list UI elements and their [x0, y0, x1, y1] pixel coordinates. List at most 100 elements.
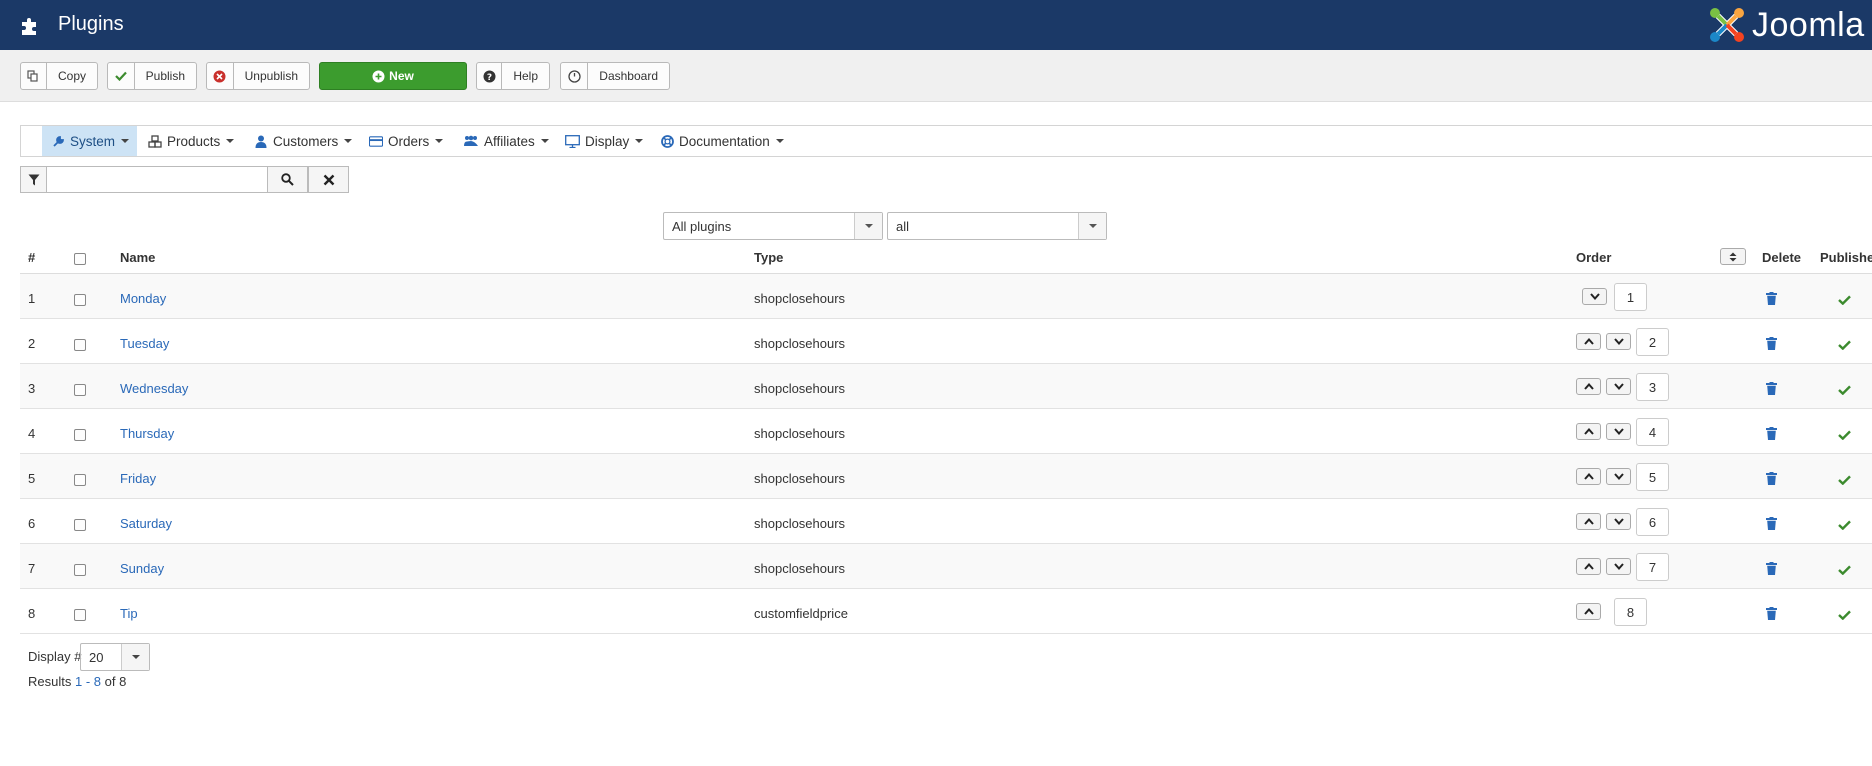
menu-orders[interactable]: Orders: [360, 126, 451, 156]
delete-button[interactable]: [1766, 337, 1777, 353]
unpublish-button[interactable]: Unpublish: [206, 62, 310, 90]
plugin-name-link[interactable]: Wednesday: [120, 381, 188, 396]
published-toggle[interactable]: [1838, 518, 1851, 533]
move-up-button[interactable]: [1576, 513, 1601, 530]
published-toggle[interactable]: [1838, 293, 1851, 308]
order-value[interactable]: 7: [1636, 553, 1669, 581]
delete-button[interactable]: [1766, 472, 1777, 488]
menu-customers-label: Customers: [273, 133, 339, 149]
move-up-button[interactable]: [1576, 558, 1601, 575]
row-checkbox[interactable]: [74, 564, 86, 576]
menu-affiliates[interactable]: Affiliates: [454, 126, 557, 156]
move-down-button[interactable]: [1606, 513, 1631, 530]
dashboard-button[interactable]: Dashboard: [560, 62, 670, 90]
move-up-button[interactable]: [1576, 603, 1601, 620]
order-value[interactable]: 8: [1614, 598, 1647, 626]
published-toggle[interactable]: [1838, 383, 1851, 398]
save-order-button[interactable]: [1720, 248, 1746, 265]
move-down-button[interactable]: [1606, 378, 1631, 395]
order-value[interactable]: 5: [1636, 463, 1669, 491]
plugin-name-link[interactable]: Tuesday: [120, 336, 169, 351]
delete-button[interactable]: [1766, 382, 1777, 398]
help-button[interactable]: ? Help: [476, 62, 550, 90]
results-summary: Results 1 - 8 of 8: [28, 674, 126, 689]
plugin-name-link[interactable]: Friday: [120, 471, 156, 486]
move-up-button[interactable]: [1576, 423, 1601, 440]
row-checkbox[interactable]: [74, 339, 86, 351]
menu-customers[interactable]: Customers: [245, 126, 360, 156]
move-down-button[interactable]: [1606, 468, 1631, 485]
row-checkbox[interactable]: [74, 609, 86, 621]
published-toggle[interactable]: [1838, 608, 1851, 623]
col-order[interactable]: Order: [1576, 250, 1611, 265]
published-toggle[interactable]: [1838, 338, 1851, 353]
chevron-down-icon: [344, 139, 353, 143]
delete-button[interactable]: [1766, 427, 1777, 443]
menu-documentation[interactable]: Documentation: [651, 126, 792, 156]
plugin-name-link[interactable]: Saturday: [120, 516, 172, 531]
users-icon: [463, 134, 479, 148]
trash-icon: [1766, 472, 1777, 485]
plugin-name-link[interactable]: Monday: [120, 291, 166, 306]
new-button[interactable]: New: [319, 62, 467, 90]
joomla-logo[interactable]: Joomla: [1708, 5, 1865, 45]
order-value[interactable]: 2: [1636, 328, 1669, 356]
filter-toggle-button[interactable]: [20, 166, 47, 193]
order-value[interactable]: 1: [1614, 283, 1647, 311]
check-icon: [1838, 475, 1851, 486]
delete-button[interactable]: [1766, 517, 1777, 533]
order-value[interactable]: 6: [1636, 508, 1669, 536]
display-limit-value: 20: [89, 649, 104, 665]
chevron-down-icon: [635, 139, 644, 143]
row-number: 8: [28, 606, 36, 621]
menu-display[interactable]: Display: [555, 126, 651, 156]
delete-button[interactable]: [1766, 292, 1777, 308]
display-limit-select[interactable]: 20: [80, 643, 150, 671]
plugin-name-link[interactable]: Tip: [120, 606, 138, 621]
chevron-down-icon: [121, 139, 130, 143]
search-input[interactable]: [47, 166, 267, 193]
check-icon: [1838, 430, 1851, 441]
cancel-circle-icon: [207, 63, 234, 89]
plugin-name-link[interactable]: Thursday: [120, 426, 174, 441]
copy-button[interactable]: Copy: [20, 62, 98, 90]
col-published[interactable]: Publishe: [1820, 250, 1872, 265]
published-toggle[interactable]: [1838, 563, 1851, 578]
menu-documentation-label: Documentation: [679, 133, 770, 149]
publish-button[interactable]: Publish: [107, 62, 197, 90]
move-up-button[interactable]: [1576, 378, 1601, 395]
plugin-type: shopclosehours: [754, 471, 846, 486]
menu-products[interactable]: Products: [139, 126, 242, 156]
order-value[interactable]: 4: [1636, 418, 1669, 446]
row-checkbox[interactable]: [74, 294, 86, 306]
move-down-button[interactable]: [1582, 288, 1607, 305]
delete-button[interactable]: [1766, 562, 1777, 578]
check-icon: [1838, 385, 1851, 396]
move-up-button[interactable]: [1576, 333, 1601, 350]
order-value[interactable]: 3: [1636, 373, 1669, 401]
search-button[interactable]: [267, 166, 308, 193]
move-down-button[interactable]: [1606, 558, 1631, 575]
move-down-button[interactable]: [1606, 423, 1631, 440]
row-checkbox[interactable]: [74, 429, 86, 441]
published-toggle[interactable]: [1838, 473, 1851, 488]
row-checkbox[interactable]: [74, 384, 86, 396]
plugin-group-select[interactable]: All plugins: [663, 212, 883, 240]
clear-search-button[interactable]: [308, 166, 349, 193]
col-type[interactable]: Type: [754, 250, 783, 265]
delete-button[interactable]: [1766, 607, 1777, 623]
row-number: 7: [28, 561, 36, 576]
move-down-button[interactable]: [1606, 333, 1631, 350]
col-name[interactable]: Name: [120, 250, 155, 265]
select-all-checkbox[interactable]: [74, 253, 86, 265]
plugin-name-link[interactable]: Sunday: [120, 561, 164, 576]
row-checkbox[interactable]: [74, 474, 86, 486]
move-up-button[interactable]: [1576, 468, 1601, 485]
puzzle-icon: [22, 18, 36, 35]
chevron-down-icon: [1613, 338, 1624, 345]
published-toggle[interactable]: [1838, 428, 1851, 443]
status-select[interactable]: all: [887, 212, 1107, 240]
row-checkbox[interactable]: [74, 519, 86, 531]
chevron-down-icon: [1613, 563, 1624, 570]
menu-system[interactable]: System: [42, 126, 138, 156]
